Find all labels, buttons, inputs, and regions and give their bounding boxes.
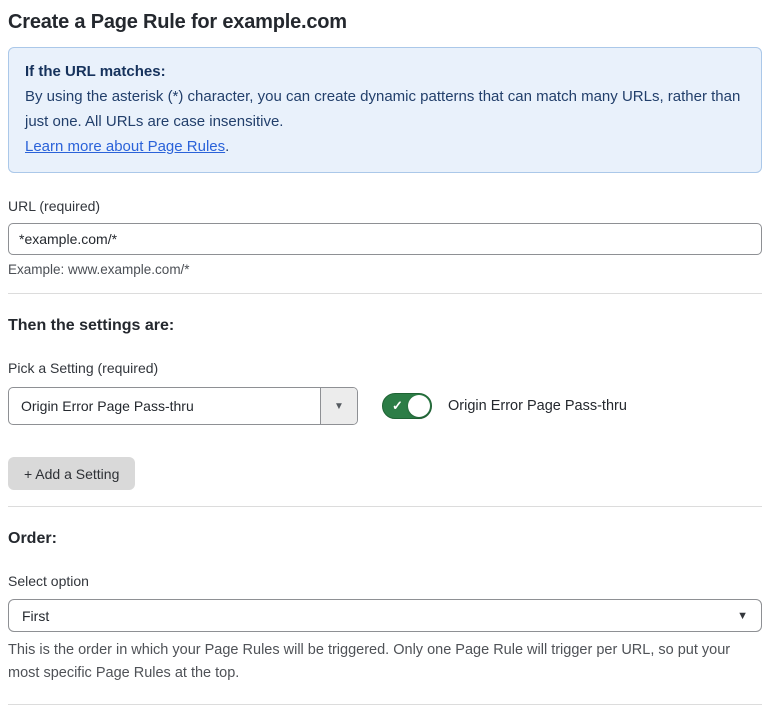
setting-select-arrow-button[interactable]: ▼ [320,388,357,424]
footer-divider [8,704,762,705]
url-input[interactable] [8,223,762,255]
order-select-value: First [22,607,50,624]
link-suffix: . [225,138,230,155]
url-match-info-box: If the URL matches: By using the asteris… [8,47,762,173]
order-select[interactable]: First ▼ [8,599,762,632]
settings-section-heading: Then the settings are: [8,317,175,334]
info-box-heading: If the URL matches: [25,63,166,80]
pick-setting-label: Pick a Setting (required) [8,360,159,376]
url-field-label: URL (required) [8,198,101,214]
create-page-rule-panel: Create a Page Rule for example.com If th… [0,0,770,710]
section-divider [8,293,762,294]
page-title: Create a Page Rule for example.com [8,11,347,33]
info-box-link-line: Learn more about Page Rules. [25,134,745,159]
setting-select-value: Origin Error Page Pass-thru [21,398,194,414]
setting-toggle-label: Origin Error Page Pass-thru [448,398,627,414]
dropdown-arrow-icon: ▼ [334,400,344,412]
dropdown-arrow-icon: ▼ [737,609,748,622]
order-select-label: Select option [8,573,89,589]
learn-more-link[interactable]: Learn more about Page Rules [25,138,225,155]
url-example-helper: Example: www.example.com/* [8,262,190,277]
check-icon: ✓ [392,398,403,414]
order-helper-text: This is the order in which your Page Rul… [8,642,731,681]
section-divider [8,506,762,507]
setting-select[interactable]: Origin Error Page Pass-thru ▼ [8,387,358,425]
toggle-knob [408,395,430,417]
add-setting-button[interactable]: + Add a Setting [8,457,136,490]
setting-toggle[interactable]: ✓ [382,393,432,419]
setting-row: Origin Error Page Pass-thru ▼ ✓ Origin E… [8,387,762,425]
order-section-heading: Order: [8,530,57,547]
info-box-body: By using the asterisk (*) character, you… [25,88,741,130]
